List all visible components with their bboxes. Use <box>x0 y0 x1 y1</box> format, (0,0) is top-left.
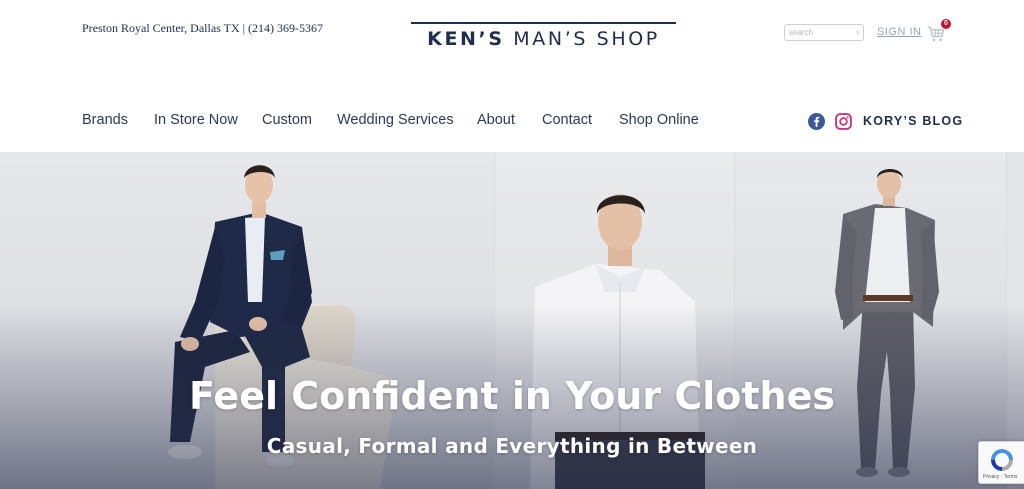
nav-item-custom[interactable]: Custom <box>262 112 312 128</box>
logo-text-secondary: MAN’S SHOP <box>504 28 660 50</box>
nav-item-shop-online[interactable]: Shop Online <box>619 112 699 128</box>
search-arrow-icon[interactable]: › <box>856 28 859 37</box>
blog-link[interactable]: KORY’S BLOG <box>863 114 963 128</box>
logo-rule <box>411 22 676 24</box>
search-input[interactable] <box>789 26 853 39</box>
store-address: Preston Royal Center, Dallas TX | (214) … <box>82 21 323 35</box>
hero-title: Feel Confident in Your Clothes <box>189 374 835 418</box>
nav-item-contact[interactable]: Contact <box>542 112 592 128</box>
instagram-icon[interactable] <box>835 113 852 130</box>
hero-banner: Feel Confident in Your Clothes Casual, F… <box>0 152 1024 489</box>
top-bar: Preston Royal Center, Dallas TX | (214) … <box>0 0 1024 80</box>
hero-subtitle: Casual, Formal and Everything in Between <box>266 434 758 458</box>
nav-item-brands[interactable]: Brands <box>82 112 128 128</box>
logo-text-primary: KEN’S <box>427 28 505 50</box>
search-box[interactable]: › <box>784 24 864 41</box>
recaptcha-terms[interactable]: Privacy - Terms <box>983 474 1017 480</box>
nav-item-wedding-services[interactable]: Wedding Services <box>337 112 454 128</box>
cart-count-badge: 0 <box>941 19 951 29</box>
sign-in-link[interactable]: SIGN IN <box>877 26 921 38</box>
site-logo[interactable]: KEN’S MAN’S SHOP <box>411 22 676 52</box>
recaptcha-icon <box>991 449 1013 471</box>
nav-item-in-store-now[interactable]: In Store Now <box>154 112 238 128</box>
facebook-icon[interactable] <box>808 113 825 130</box>
recaptcha-badge[interactable]: Privacy - Terms <box>978 441 1024 484</box>
nav-item-about[interactable]: About <box>477 112 515 128</box>
